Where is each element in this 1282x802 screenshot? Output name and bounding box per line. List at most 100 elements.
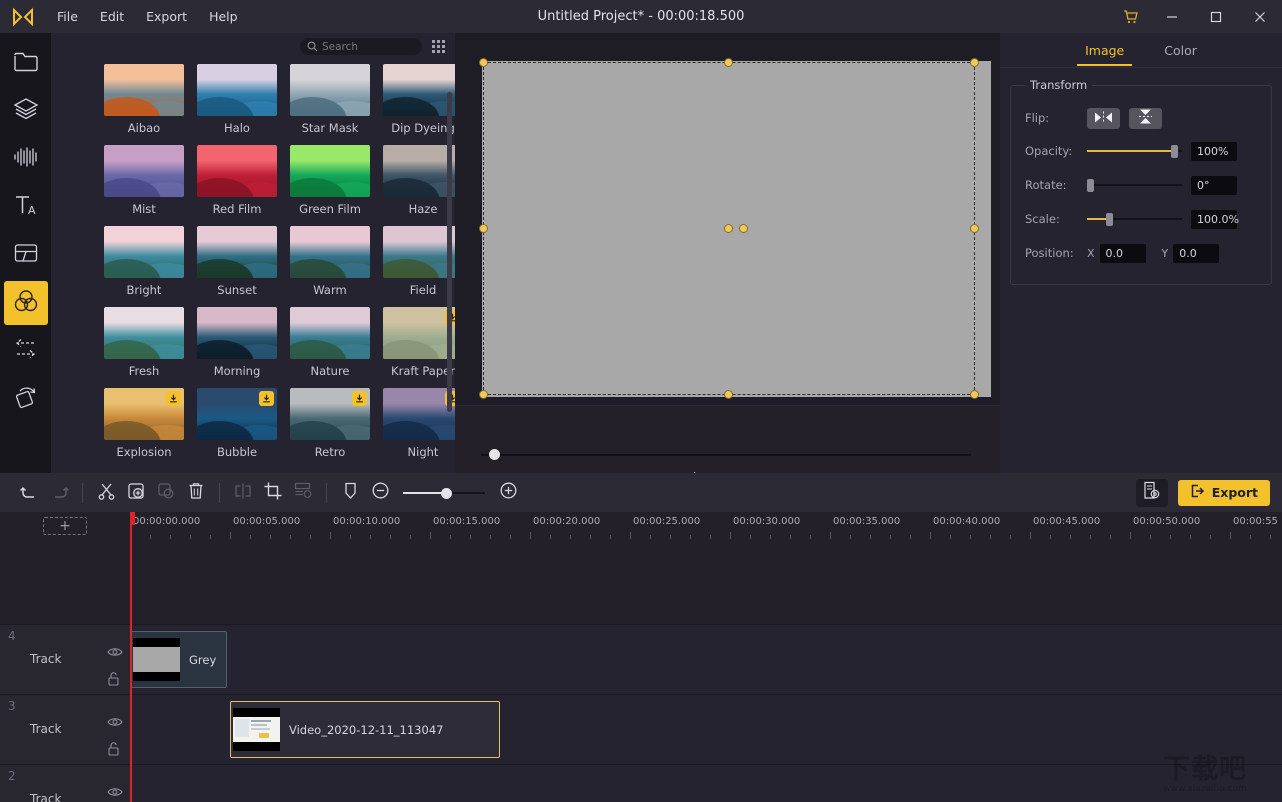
handle-center-b[interactable] (739, 224, 748, 233)
menu-help[interactable]: Help (198, 6, 249, 27)
filter-thumbnail[interactable] (290, 226, 370, 278)
track-upper-empty[interactable] (0, 539, 1282, 625)
sidebar-item-stickers[interactable] (4, 89, 48, 133)
add-track-button[interactable]: + (43, 517, 87, 535)
position-y-input[interactable]: 0.0 (1173, 244, 1219, 263)
close-button[interactable] (1238, 0, 1282, 33)
eye-icon[interactable] (107, 782, 123, 801)
filter-thumbnail[interactable] (383, 64, 455, 116)
playhead[interactable] (130, 512, 132, 802)
filter-item[interactable]: Warm (289, 226, 382, 307)
undo-button[interactable] (14, 478, 44, 508)
filter-thumbnail[interactable] (383, 226, 455, 278)
preview-canvas[interactable] (460, 33, 995, 405)
filter-thumbnail[interactable] (383, 145, 455, 197)
filter-item[interactable]: Bubble (196, 388, 289, 469)
filter-item[interactable]: Halo (196, 64, 289, 145)
filter-scroll-area[interactable]: AibaoHaloStar MaskDip DyeingMistRed Film… (51, 60, 455, 473)
opacity-slider[interactable] (1087, 144, 1182, 158)
opacity-value[interactable]: 100% (1191, 142, 1237, 161)
add-button[interactable] (121, 478, 151, 508)
filter-thumbnail[interactable] (197, 307, 277, 359)
filter-item[interactable]: Fresh (103, 307, 196, 388)
timeline-track[interactable]: 2Track (0, 765, 1282, 802)
filter-item[interactable]: Explosion (103, 388, 196, 469)
menu-file[interactable]: File (46, 6, 89, 27)
rotate-slider[interactable] (1087, 178, 1182, 192)
sidebar-item-filters[interactable] (4, 281, 48, 325)
filter-item[interactable]: Green Film (289, 145, 382, 226)
filter-thumbnail[interactable] (104, 64, 184, 116)
handle-bottom-right[interactable] (970, 390, 979, 399)
rotate-value[interactable]: 0° (1191, 176, 1237, 195)
maximize-button[interactable] (1194, 0, 1238, 33)
grid-view-icon[interactable] (430, 38, 447, 55)
filter-item[interactable]: Nature (289, 307, 382, 388)
filter-item[interactable]: Dip Dyeing (382, 64, 455, 145)
handle-top-center[interactable] (724, 58, 733, 67)
position-x-input[interactable]: 0.0 (1100, 244, 1146, 263)
playhead-cap[interactable] (130, 512, 135, 525)
export-settings-button[interactable] (1136, 479, 1168, 507)
zoom-knob[interactable] (441, 488, 452, 499)
split-button[interactable] (228, 478, 258, 508)
handle-top-left[interactable] (479, 58, 488, 67)
track-body[interactable]: Grey (130, 625, 1282, 694)
track-body[interactable] (130, 765, 1282, 802)
scale-knob[interactable] (1106, 213, 1113, 226)
unlock-icon[interactable] (107, 671, 123, 690)
filter-item[interactable]: Sunset (196, 226, 289, 307)
download-icon[interactable] (352, 391, 367, 406)
marker-button[interactable] (335, 478, 365, 508)
sidebar-item-effects[interactable] (4, 377, 48, 421)
timeline-zoom-slider[interactable] (403, 486, 485, 500)
filter-thumbnail[interactable] (290, 388, 370, 440)
redo-button[interactable] (44, 478, 74, 508)
download-icon[interactable] (166, 391, 181, 406)
timeline-track[interactable]: 4TrackGrey (0, 625, 1282, 695)
export-button[interactable]: Export (1178, 480, 1270, 506)
menu-export[interactable]: Export (135, 6, 198, 27)
filter-thumbnail[interactable] (197, 388, 277, 440)
filter-thumbnail[interactable] (290, 64, 370, 116)
filter-thumbnail[interactable] (290, 307, 370, 359)
filter-item[interactable]: Star Mask (289, 64, 382, 145)
handle-top-right[interactable] (970, 58, 979, 67)
filter-thumbnail[interactable] (197, 226, 277, 278)
tab-color[interactable]: Color (1164, 35, 1197, 66)
scale-value[interactable]: 100.0% (1191, 210, 1237, 229)
filter-thumbnail[interactable] (197, 145, 277, 197)
duplicate-button[interactable] (151, 478, 181, 508)
flip-vertical-button[interactable] (1129, 108, 1162, 129)
flip-horizontal-button[interactable] (1087, 108, 1120, 129)
cut-button[interactable] (91, 478, 121, 508)
handle-mid-right[interactable] (970, 224, 979, 233)
track-body[interactable]: Video_2020-12-11_113047 (130, 695, 1282, 764)
sidebar-item-transitions[interactable] (4, 329, 48, 373)
progress-knob[interactable] (489, 449, 500, 460)
filter-thumbnail[interactable] (290, 145, 370, 197)
timeline-clip[interactable]: Video_2020-12-11_113047 (230, 701, 500, 758)
search-box[interactable] (300, 38, 422, 55)
eye-icon[interactable] (107, 642, 123, 661)
filter-item[interactable]: Red Film (196, 145, 289, 226)
filter-thumbnail[interactable] (104, 226, 184, 278)
filter-item[interactable]: Morning (196, 307, 289, 388)
filter-item[interactable]: Field (382, 226, 455, 307)
filter-item[interactable]: Kraft Paper (382, 307, 455, 388)
sidebar-item-split-screen[interactable] (4, 233, 48, 277)
handle-mid-left[interactable] (479, 224, 488, 233)
timeline-clip[interactable]: Grey (130, 631, 227, 688)
cart-icon[interactable] (1110, 0, 1150, 33)
playback-progress[interactable] (473, 450, 973, 460)
menu-edit[interactable]: Edit (89, 6, 135, 27)
sidebar-item-media[interactable] (4, 41, 48, 85)
search-input[interactable] (322, 41, 407, 53)
filter-thumbnail[interactable] (383, 388, 455, 440)
handle-center-a[interactable] (724, 224, 733, 233)
filter-thumbnail[interactable] (383, 307, 455, 359)
filter-item[interactable]: Aibao (103, 64, 196, 145)
filter-item[interactable]: Haze (382, 145, 455, 226)
tab-image[interactable]: Image (1085, 35, 1124, 66)
minimize-button[interactable] (1150, 0, 1194, 33)
